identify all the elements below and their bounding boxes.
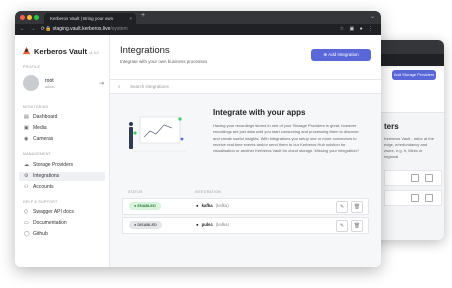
search-bar[interactable]: ⌕ Search integrations — [110, 80, 381, 94]
url-field[interactable]: 🔒 staging.vault.kerberos.live/system — [45, 26, 128, 32]
url-path: /system — [110, 26, 128, 32]
close-tab-icon[interactable]: × — [129, 13, 132, 24]
sidebar-item-integrations[interactable]: ⚙ Integrations — [19, 172, 105, 181]
edit-icon[interactable]: ✎ — [336, 201, 348, 213]
delete-icon[interactable] — [425, 174, 433, 182]
edit-icon[interactable] — [411, 174, 419, 182]
app-logo: Kerberos Vault v1.0.0 — [22, 46, 99, 56]
add-integration-label: Add Integration — [328, 52, 359, 57]
help-heading: HELP & SUPPORT — [23, 200, 58, 204]
sidebar-item-label: Dashboard — [33, 114, 58, 120]
integration-column-header: INTEGRATION — [195, 190, 221, 194]
sidebar-item-accounts[interactable]: ⚇ Accounts — [19, 183, 105, 192]
accounts-icon: ⚇ — [24, 184, 29, 190]
tab-title: Kerberos Vault | Bring your own — [50, 16, 114, 21]
sidebar-item-label: Documentation — [33, 220, 67, 226]
sidebar-item-label: Integrations — [33, 173, 60, 179]
status-text: DISABLED — [137, 223, 157, 227]
integration-illustration — [129, 116, 186, 152]
table-row[interactable]: ● DISABLED ● pulsc (kafka) ✎ 🗑 — [122, 217, 369, 234]
sidebar-item-swagger[interactable]: ⟨⟩ Swagger API docs — [19, 208, 105, 217]
app: Kerberos Vault v1.0.0 PROFILE root admin… — [15, 35, 381, 267]
media-icon: ▣ — [24, 125, 29, 131]
sidebar: Kerberos Vault v1.0.0 PROFILE root admin… — [15, 35, 110, 267]
github-icon: ◯ — [24, 231, 30, 237]
nav-buttons[interactable]: ← → ⟳ — [20, 26, 47, 32]
sidebar-item-label: Media — [33, 125, 47, 131]
status-text: ENABLED — [137, 204, 156, 208]
search-input[interactable]: Search integrations — [130, 84, 169, 89]
profile-heading: PROFILE — [23, 65, 41, 69]
main-content: Integrations Integrate with your own bus… — [110, 35, 381, 267]
edit-icon[interactable]: ✎ — [336, 220, 348, 232]
integration-name: kafka — [201, 203, 213, 208]
monitoring-heading: MONITORING — [23, 105, 49, 109]
user-name: root — [45, 78, 54, 84]
bg-add-storage-button[interactable]: Add Storage Providers — [392, 70, 436, 80]
integration-type: (kafka) — [215, 203, 229, 208]
status-dot-icon: ● — [196, 203, 199, 208]
api-icon: ⟨⟩ — [24, 209, 28, 215]
browser-window: Kerberos Vault | Bring your own × + ⌄ ← … — [15, 11, 381, 267]
bg-description: Kerberos Vault - nd/or at the edge, e/re… — [384, 136, 434, 159]
tab-bar: Kerberos Vault | Bring your own × + ⌄ — [15, 11, 381, 24]
browser-tab[interactable]: Kerberos Vault | Bring your own × — [44, 13, 136, 24]
bg-list-row — [384, 190, 442, 206]
storage-icon: ☁ — [24, 162, 29, 168]
add-integration-button[interactable]: ⊕ Add Integration — [311, 49, 371, 61]
sidebar-item-github[interactable]: ◯ Github — [19, 230, 105, 239]
sidebar-item-label: Accounts — [33, 184, 54, 190]
sidebar-item-label: Swagger API docs — [33, 209, 74, 215]
page-title: Integrations — [120, 45, 170, 56]
close-window-icon[interactable] — [20, 15, 25, 20]
docs-icon: ▭ — [24, 220, 29, 226]
kerberos-logo-icon — [22, 46, 31, 55]
integrations-icon: ⚙ — [24, 173, 29, 179]
delete-icon[interactable] — [425, 194, 433, 202]
bg-list-row — [384, 170, 442, 186]
maximize-window-icon[interactable] — [34, 15, 39, 20]
new-tab-button[interactable]: + — [141, 12, 145, 19]
sidebar-item-label: Github — [33, 231, 48, 237]
table-row[interactable]: ● ENABLED ● kafka (kafka) ✎ 🗑 — [122, 198, 369, 215]
url-host: staging.vault.kerberos.live — [52, 26, 111, 32]
app-name: Kerberos Vault — [34, 47, 87, 56]
sidebar-item-label: Cameras — [33, 136, 54, 142]
content-title: Integrate with your apps — [213, 108, 306, 117]
integration-name-cell: ● kafka (kafka) — [196, 203, 229, 208]
integration-name-cell: ● pulsc (kafka) — [196, 222, 229, 227]
content-description: Having your recordings stored in one of … — [213, 123, 360, 154]
integration-name: pulsc — [201, 222, 213, 227]
page-header: Integrations Integrate with your own bus… — [110, 35, 381, 80]
integration-type: (kafka) — [215, 222, 229, 227]
sidebar-item-cameras[interactable]: ◉ Cameras — [19, 135, 105, 144]
page-subtitle: Integrate with your own business process… — [120, 59, 208, 64]
edit-icon[interactable] — [411, 194, 419, 202]
extensions-toolbar[interactable]: ☆ ▣ ● ⋮ — [340, 26, 375, 32]
status-dot-icon: ● — [196, 222, 199, 227]
dashboard-icon: ▤ — [24, 114, 29, 120]
address-bar: ← → ⟳ 🔒 staging.vault.kerberos.live/syst… — [15, 24, 381, 35]
management-heading: MANAGEMENT — [23, 152, 52, 156]
sidebar-item-documentation[interactable]: ▭ Documentation — [19, 219, 105, 228]
browser-menu-icon[interactable]: ⌄ — [370, 13, 375, 20]
sidebar-item-media[interactable]: ▣ Media — [19, 124, 105, 133]
camera-icon: ◉ — [24, 136, 29, 142]
sidebar-item-dashboard[interactable]: ▤ Dashboard — [19, 113, 105, 122]
status-badge: ● DISABLED — [129, 221, 162, 229]
avatar[interactable] — [23, 75, 39, 91]
minimize-window-icon[interactable] — [27, 15, 32, 20]
delete-icon[interactable]: 🗑 — [351, 220, 363, 232]
logout-icon[interactable]: ⇥ — [99, 80, 104, 87]
search-icon: ⌕ — [118, 84, 121, 89]
status-column-header: STATUS — [128, 190, 143, 194]
delete-icon[interactable]: 🗑 — [351, 201, 363, 213]
user-role: admin — [45, 85, 55, 89]
bg-page-title: ters — [384, 122, 399, 131]
app-version: v1.0.0 — [89, 51, 99, 55]
sidebar-item-label: Storage Providers — [33, 162, 74, 168]
sidebar-item-storage-providers[interactable]: ☁ Storage Providers — [19, 161, 105, 170]
status-badge: ● ENABLED — [129, 202, 161, 210]
